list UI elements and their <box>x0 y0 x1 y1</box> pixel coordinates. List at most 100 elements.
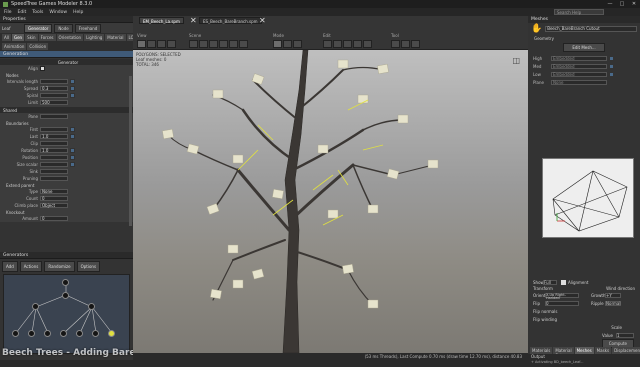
menu-edit[interactable]: Edit <box>18 10 27 15</box>
lod-low-field[interactable]: Embedded <box>551 71 607 77</box>
scene-button[interactable] <box>219 40 228 48</box>
close-tab-icon[interactable]: ✕ <box>259 16 266 25</box>
alignment-checkbox[interactable] <box>561 279 566 285</box>
generation-filter[interactable]: Generation <box>0 51 133 58</box>
curve-button[interactable] <box>70 134 75 139</box>
plane-select[interactable]: None <box>551 79 607 85</box>
clip-field[interactable] <box>40 141 68 146</box>
generator-node-leaf[interactable] <box>60 330 67 337</box>
position-field[interactable] <box>40 155 68 160</box>
ripple-select[interactable]: Normal <box>605 300 621 306</box>
scene-button[interactable] <box>189 40 198 48</box>
close-tab-icon[interactable]: ✕ <box>190 16 197 25</box>
scene-button[interactable] <box>199 40 208 48</box>
show-select[interactable]: Full <box>543 279 557 285</box>
tool-button[interactable] <box>411 40 420 48</box>
spread-field[interactable]: 0.3 <box>40 86 68 91</box>
orient-select[interactable]: X-Up Right-Handed <box>545 292 579 299</box>
limit-field[interactable]: 500 <box>40 100 68 105</box>
curve-button[interactable] <box>70 148 75 153</box>
pruning-field[interactable] <box>40 176 68 181</box>
align-checkbox[interactable] <box>40 66 45 71</box>
pane-field[interactable] <box>40 114 68 119</box>
generator-node-root[interactable] <box>62 279 69 286</box>
menu-window[interactable]: Window <box>49 10 67 15</box>
flip-select[interactable]: 0 <box>545 300 579 306</box>
scene-button[interactable] <box>239 40 248 48</box>
freehand-mode-button[interactable]: Freehand <box>74 23 102 33</box>
curve-button[interactable] <box>70 86 75 91</box>
edit-button[interactable] <box>323 40 332 48</box>
size-scalar-field[interactable] <box>40 162 68 167</box>
generator-node-branch[interactable] <box>88 303 95 310</box>
flip-normals-checkbox[interactable]: Flip normals <box>533 309 557 314</box>
mesh-preview[interactable] <box>542 158 634 238</box>
curve-button[interactable] <box>70 93 75 98</box>
view-button[interactable] <box>157 40 166 48</box>
node-mode-button[interactable]: Node <box>54 23 73 33</box>
generator-node-leaf[interactable] <box>76 330 83 337</box>
generator-node-branch[interactable] <box>32 303 39 310</box>
add-generator-button[interactable]: Add <box>2 261 18 272</box>
first-field[interactable] <box>40 127 68 132</box>
scene-button[interactable] <box>229 40 238 48</box>
generator-node-selected[interactable] <box>108 330 115 337</box>
tab-material[interactable]: Material <box>105 34 126 41</box>
edit-button[interactable] <box>363 40 372 48</box>
generator-node-leaf[interactable] <box>44 330 51 337</box>
generator-node-leaf[interactable] <box>12 330 19 337</box>
maximize-button[interactable]: □ <box>616 1 628 7</box>
edit-button[interactable] <box>343 40 352 48</box>
spiral-field[interactable] <box>40 93 68 98</box>
tool-button[interactable] <box>391 40 400 48</box>
view-toggle-button[interactable] <box>137 40 146 48</box>
menu-file[interactable]: File <box>4 10 12 15</box>
amount-field[interactable]: 0 <box>40 216 68 221</box>
view-button[interactable] <box>167 40 176 48</box>
hand-icon[interactable]: ✋ <box>531 24 542 34</box>
growth-select[interactable]: +Y <box>605 292 621 298</box>
generator-mode-button[interactable]: Generator <box>24 23 53 33</box>
mode-button[interactable] <box>283 40 292 48</box>
tab-forces[interactable]: Forces <box>38 34 56 41</box>
doc-tab-em-beech[interactable]: EM_Beech_La.spm <box>139 17 184 24</box>
doc-tab-es-beech[interactable]: ES_Beech_BareBranch.spm <box>199 17 262 24</box>
curve-button[interactable] <box>70 127 75 132</box>
generator-node-trunk[interactable] <box>62 292 69 299</box>
search-help-input[interactable]: Search Help <box>554 9 604 15</box>
randomize-button[interactable]: Randomize <box>44 261 75 272</box>
climb-place-select[interactable]: Object <box>40 203 68 208</box>
last-field[interactable]: 1.0 <box>40 134 68 139</box>
tab-all[interactable]: All <box>2 34 11 41</box>
close-button[interactable]: ✕ <box>628 1 640 7</box>
tab-animation[interactable]: Animation <box>2 43 27 50</box>
count-field[interactable]: 0 <box>40 196 68 201</box>
edit-mesh-button[interactable]: Edit Mesh... <box>563 43 605 52</box>
mode-button[interactable] <box>293 40 302 48</box>
view-button[interactable] <box>147 40 156 48</box>
flip-winding-checkbox[interactable]: Flip winding <box>533 317 557 322</box>
tab-orientation[interactable]: Orientation <box>56 34 84 41</box>
tool-button[interactable] <box>401 40 410 48</box>
generator-graph[interactable] <box>3 274 130 354</box>
options-button[interactable]: Options <box>76 261 101 272</box>
generator-node-leaf[interactable] <box>28 330 35 337</box>
edit-button[interactable] <box>333 40 342 48</box>
lod-high-field[interactable]: Embedded <box>551 55 607 61</box>
tab-skin[interactable]: Skin <box>25 34 38 41</box>
tab-lighting[interactable]: Lighting <box>84 34 105 41</box>
menu-help[interactable]: Help <box>73 10 83 15</box>
properties-scrollbar[interactable] <box>129 76 132 226</box>
type-select[interactable]: None <box>40 189 68 194</box>
rotation-field[interactable]: 1.0 <box>40 148 68 153</box>
curve-button[interactable] <box>70 162 75 167</box>
tab-gen[interactable]: Gen <box>11 34 25 41</box>
minimize-button[interactable]: — <box>604 1 616 7</box>
lod-button[interactable] <box>609 71 614 77</box>
curve-button[interactable] <box>70 79 75 84</box>
lod-button[interactable] <box>609 55 614 61</box>
sink-field[interactable] <box>40 169 68 174</box>
edit-button[interactable] <box>353 40 362 48</box>
generator-node-leaf[interactable] <box>92 330 99 337</box>
mesh-selector[interactable]: Beech_BareBranch Cutout <box>545 26 637 32</box>
